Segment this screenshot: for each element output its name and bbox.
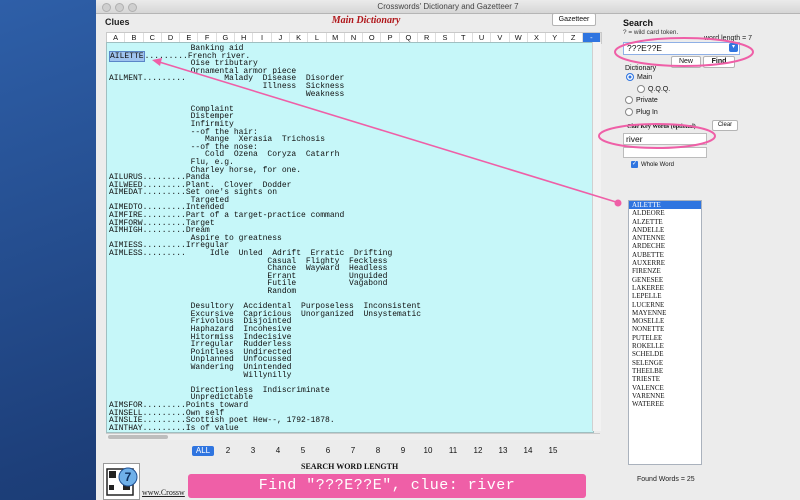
- clue-line: AINTHAY.........Is of value: [109, 423, 239, 433]
- result-item[interactable]: LAKEREE: [629, 284, 701, 292]
- length-button[interactable]: 4: [267, 446, 289, 456]
- radio-button-icon[interactable]: [625, 108, 633, 116]
- result-item[interactable]: SCHELDE: [629, 350, 701, 358]
- length-button[interactable]: ALL: [192, 446, 214, 456]
- radio-label: Q.Q.Q.: [648, 85, 671, 93]
- result-item[interactable]: VARENNE: [629, 392, 701, 400]
- clue-vertical-scrollbar[interactable]: [592, 42, 601, 431]
- result-item[interactable]: ARDECHE: [629, 242, 701, 250]
- wildcard-hint: ? = wild card token.: [623, 29, 679, 36]
- radio-label: Main: [637, 73, 653, 81]
- search-word-length-label: SEARCH WORD LENGTH: [301, 462, 399, 471]
- result-item[interactable]: AUBETTE: [629, 251, 701, 259]
- app-window: Crosswords' Dictionary and Gazetteer 7 C…: [96, 0, 800, 500]
- gazetteer-button[interactable]: Gazetteer: [552, 13, 596, 26]
- radio-button-icon[interactable]: [637, 85, 645, 93]
- radio-label: Private: [636, 96, 658, 104]
- whole-word-label: Whole Word: [641, 161, 674, 168]
- result-item[interactable]: LEPELLE: [629, 292, 701, 300]
- zoom-window-icon[interactable]: [128, 3, 137, 12]
- radio-private[interactable]: Private: [625, 96, 658, 104]
- result-item[interactable]: MAYENNE: [629, 309, 701, 317]
- clue-line: Random: [109, 287, 297, 296]
- length-button[interactable]: 10: [417, 446, 439, 456]
- clue-horizontal-scrollbar[interactable]: [106, 433, 600, 440]
- word-length-readout: word length = 7: [704, 35, 753, 42]
- length-button[interactable]: 7: [342, 446, 364, 456]
- title-bar: Crosswords' Dictionary and Gazetteer 7: [96, 0, 800, 14]
- search-pattern-input[interactable]: ???E??E: [623, 42, 740, 55]
- result-item[interactable]: WATEREE: [629, 400, 701, 408]
- result-item[interactable]: ALDEORE: [629, 209, 701, 217]
- length-button[interactable]: 6: [317, 446, 339, 456]
- checkmark-icon[interactable]: ✓: [631, 161, 638, 168]
- length-button[interactable]: 8: [367, 446, 389, 456]
- result-item[interactable]: MOSELLE: [629, 317, 701, 325]
- length-button[interactable]: 12: [467, 446, 489, 456]
- clue-keywords-label: Clue Key Words (optional): [627, 124, 696, 130]
- length-button[interactable]: 11: [442, 446, 464, 456]
- length-button[interactable]: 14: [517, 446, 539, 456]
- found-words-count: Found Words = 25: [637, 476, 695, 483]
- svg-text:7: 7: [125, 470, 132, 484]
- result-item[interactable]: ROKELLE: [629, 342, 701, 350]
- clue-text-pane[interactable]: Banking aid AILETTE.........French river.…: [106, 42, 594, 433]
- radio-qqq[interactable]: Q.Q.Q.: [637, 85, 670, 93]
- result-item[interactable]: AILETTE: [629, 201, 701, 210]
- window-controls: [102, 3, 137, 12]
- result-item[interactable]: SELENGE: [629, 359, 701, 367]
- result-item[interactable]: ANDELLE: [629, 226, 701, 234]
- length-button[interactable]: 15: [542, 446, 564, 456]
- die-seven-icon: 7: [103, 463, 140, 500]
- result-item[interactable]: AUXERRE: [629, 259, 701, 267]
- results-list[interactable]: AILETTE ALDEORE ALZETTE ANDELLE ANTENNE ARDEC…: [628, 200, 702, 465]
- scroll-thumb[interactable]: [108, 435, 168, 439]
- length-button[interactable]: 5: [292, 446, 314, 456]
- clue-text: Banking aid AILETTE.........French river.…: [107, 43, 593, 432]
- search-label: Search: [623, 18, 654, 28]
- clue-keyword-input[interactable]: river: [623, 133, 707, 145]
- result-item[interactable]: NONETTE: [629, 325, 701, 333]
- result-item[interactable]: ALZETTE: [629, 218, 701, 226]
- result-item[interactable]: FIRENZE: [629, 267, 701, 275]
- search-annotation-banner: Find "???E??E", clue: river: [188, 474, 586, 498]
- radio-plugin[interactable]: Plug In: [625, 108, 658, 116]
- radio-button-icon[interactable]: [625, 96, 633, 104]
- dictionary-label: Dictionary: [625, 65, 657, 72]
- length-button[interactable]: 2: [217, 446, 239, 456]
- word-length-bar: ALL 2 3 4 5 6 7 8 9 10 11 12 13 14 15: [192, 446, 564, 456]
- length-button[interactable]: 3: [242, 446, 264, 456]
- whole-word-checkbox[interactable]: ✓ Whole Word: [631, 161, 674, 168]
- result-item[interactable]: LUCERNE: [629, 301, 701, 309]
- result-item[interactable]: PUTELEE: [629, 334, 701, 342]
- radio-label: Plug In: [636, 108, 658, 116]
- clue-line: Weakness: [109, 89, 345, 99]
- radio-button-icon[interactable]: [626, 73, 634, 81]
- close-window-icon[interactable]: [102, 3, 111, 12]
- minimize-window-icon[interactable]: [115, 3, 124, 12]
- chevron-down-icon[interactable]: ▾: [729, 43, 738, 52]
- window-title: Crosswords' Dictionary and Gazetteer 7: [377, 2, 519, 11]
- length-button[interactable]: 13: [492, 446, 514, 456]
- result-item[interactable]: VALENCE: [629, 384, 701, 392]
- result-item[interactable]: ANTENNE: [629, 234, 701, 242]
- website-link[interactable]: www.Crossw: [142, 488, 185, 497]
- new-button[interactable]: New: [671, 56, 701, 68]
- result-item[interactable]: THEELBE: [629, 367, 701, 375]
- result-item[interactable]: GENESEE: [629, 276, 701, 284]
- radio-main[interactable]: Main: [626, 73, 652, 81]
- result-item[interactable]: TRIESTE: [629, 375, 701, 383]
- length-button[interactable]: 9: [392, 446, 414, 456]
- clue-keyword-input-secondary[interactable]: [623, 147, 707, 158]
- clue-line: Willynilly: [109, 370, 292, 380]
- find-button[interactable]: Find: [703, 56, 735, 68]
- clear-button[interactable]: Clear: [712, 120, 738, 131]
